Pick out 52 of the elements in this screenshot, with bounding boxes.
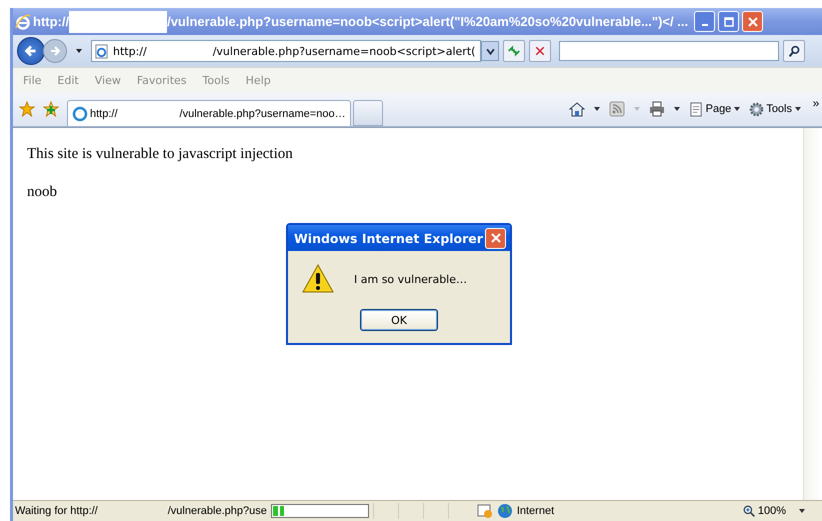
home-icon[interactable]: [568, 101, 585, 117]
security-zone: Internet: [516, 505, 554, 517]
caret-icon: [733, 105, 742, 113]
search-button[interactable]: [783, 40, 805, 62]
page-icon: [94, 44, 109, 58]
back-button[interactable]: [17, 37, 45, 65]
dialog-title: Windows Internet Explorer: [294, 230, 483, 246]
page-text: This site is vulnerable to javascript injection: [27, 146, 294, 163]
close-icon: [748, 16, 758, 26]
zoom-button[interactable]: 100%: [742, 504, 786, 518]
refresh-icon: [507, 44, 521, 58]
page-menu-button[interactable]: Page: [688, 102, 742, 116]
caret-icon[interactable]: [672, 105, 681, 113]
address-field[interactable]: http:// /vulnerable.php?username=noob<script>alert(: [91, 40, 481, 62]
tools-menu-button[interactable]: Tools: [749, 102, 802, 116]
chevron-icon: [486, 46, 494, 56]
more-button[interactable]: »: [810, 96, 822, 122]
caret-icon[interactable]: [75, 47, 83, 55]
maximize-button[interactable]: [718, 11, 740, 32]
stop-button[interactable]: [529, 40, 551, 62]
caret-icon[interactable]: [798, 507, 806, 515]
page-icon: [688, 102, 704, 116]
scrollbar[interactable]: [803, 128, 819, 500]
minimize-icon: [702, 24, 708, 26]
search-icon: [788, 44, 800, 58]
window-title: http://: [33, 14, 70, 29]
globe-icon: [496, 503, 513, 519]
star-icon[interactable]: [19, 101, 35, 117]
status-text: Waiting for http://: [15, 505, 98, 517]
close-button[interactable]: [485, 228, 506, 248]
maximize-icon: [724, 16, 734, 26]
browser-tab[interactable]: http:// /vulnerable.php?username=noo…: [67, 100, 351, 126]
zoom-icon: [742, 504, 756, 518]
ok-button[interactable]: OK: [360, 309, 438, 331]
page-text: noob: [27, 184, 58, 201]
gear-icon: [749, 102, 764, 116]
add-favorite-icon[interactable]: [43, 101, 59, 117]
printer-icon[interactable]: [648, 101, 665, 117]
close-button[interactable]: [742, 11, 764, 32]
status-text: /vulnerable.php?use: [168, 505, 267, 517]
close-icon: [490, 233, 500, 243]
dropdown-button[interactable]: [481, 41, 499, 61]
search-field[interactable]: [559, 41, 779, 61]
warning-icon: [302, 263, 334, 295]
dialog-message: I am so vulnerable…: [354, 272, 467, 286]
stop-icon: [534, 45, 546, 57]
minimize-button[interactable]: [694, 11, 716, 32]
window-title: /vulnerable.php?username=noob<script>alert("I%20am%20so%20vulnerable...")</ ...: [167, 14, 688, 29]
browser-logo-icon: [15, 14, 31, 30]
caret-icon: [794, 105, 802, 113]
feed-icon[interactable]: [608, 101, 625, 117]
caret-icon[interactable]: [592, 105, 601, 113]
